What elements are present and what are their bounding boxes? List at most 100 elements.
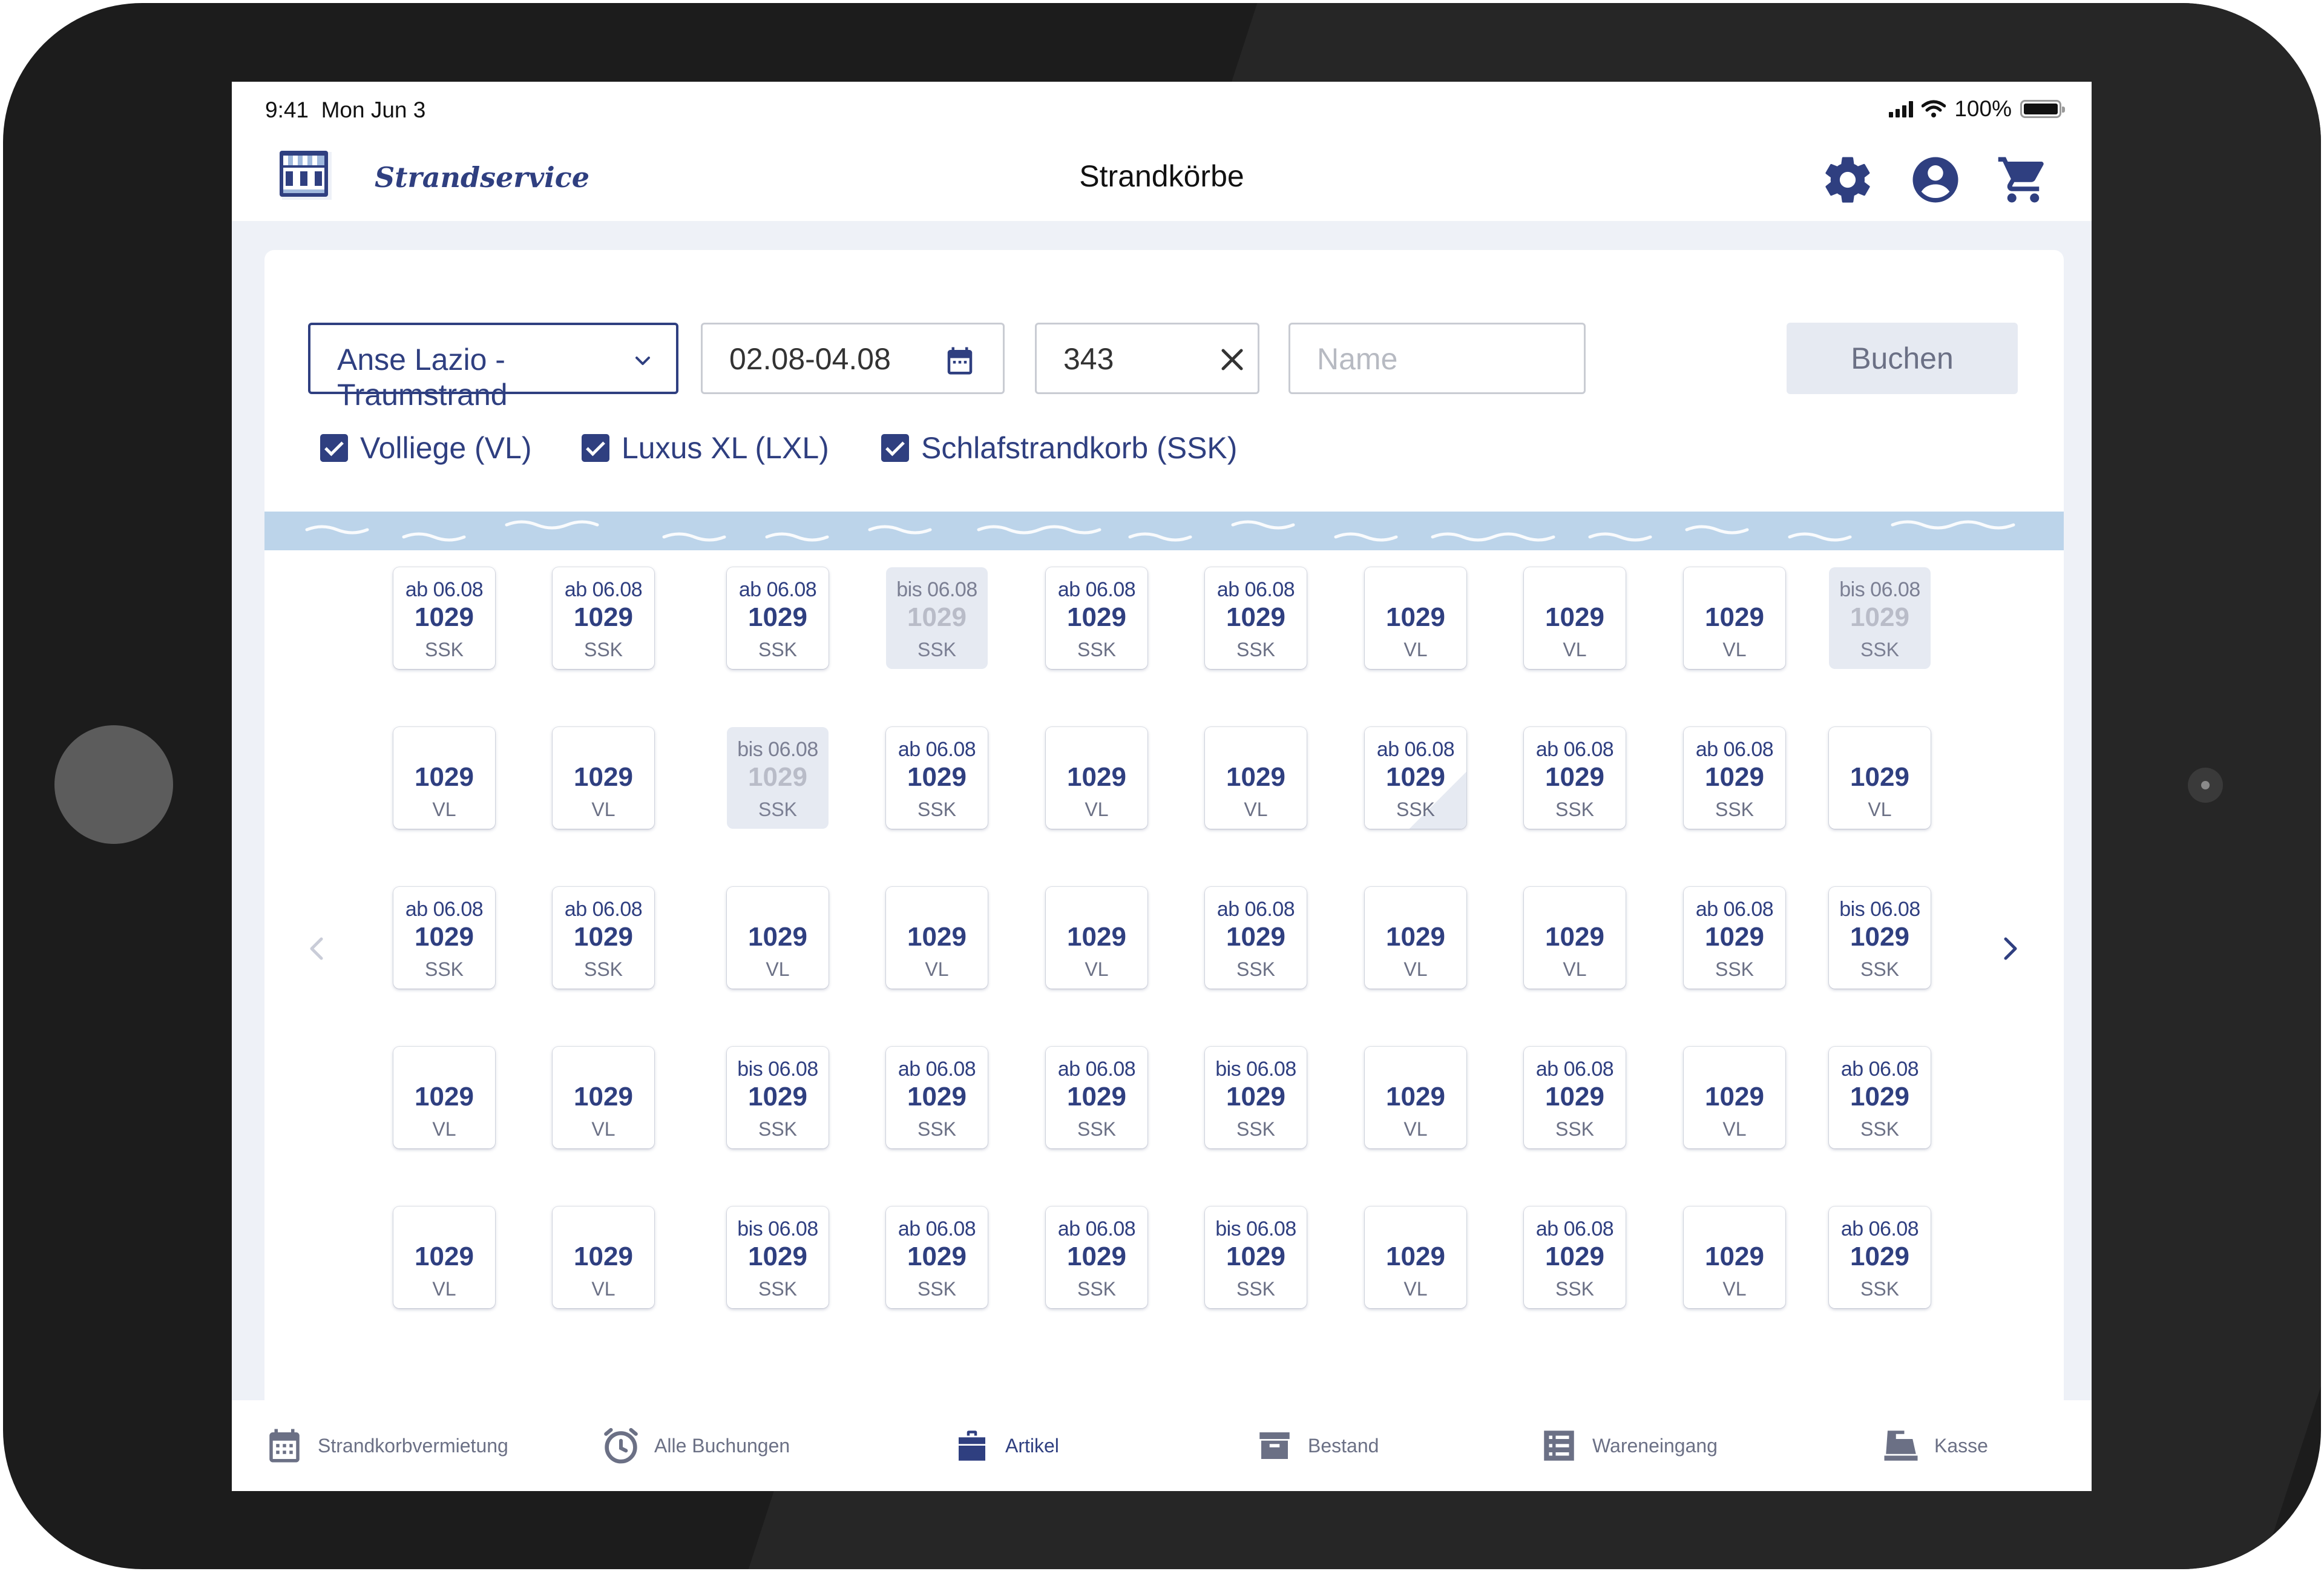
signal-icon xyxy=(1889,100,1914,117)
beach-chair-tile[interactable]: bis 06.08 1029 SSK xyxy=(1829,567,1931,669)
beach-chair-tile[interactable]: bis 06.08 1029 SSK xyxy=(1205,1207,1307,1308)
checkbox-luxus-xl[interactable]: Luxus XL (LXL) xyxy=(582,430,829,466)
beach-chair-tile[interactable]: ab 06.08 1029 SSK xyxy=(1684,887,1785,989)
beach-chair-tile[interactable]: 1029 VL xyxy=(1365,887,1466,989)
number-field[interactable]: 343 xyxy=(1035,323,1259,394)
beach-chair-tile[interactable]: 1029 VL xyxy=(1365,1207,1466,1308)
beach-chair-tile[interactable]: 1029 VL xyxy=(553,1207,654,1308)
checkbox-volliege[interactable]: Volliege (VL) xyxy=(320,430,532,466)
date-range-field[interactable]: 02.08-04.08 xyxy=(701,323,1005,394)
tile-type: VL xyxy=(1563,639,1587,660)
checkbox-schlafstrandkorb[interactable]: Schlafstrandkorb (SSK) xyxy=(881,430,1237,466)
tile-number: 1029 xyxy=(574,1242,633,1271)
beach-chair-tile[interactable]: 1029 VL xyxy=(1524,567,1626,669)
tile-number: 1029 xyxy=(1226,1242,1285,1271)
beach-chair-tile[interactable]: ab 06.08 1029 SSK xyxy=(393,887,495,989)
tile-number: 1029 xyxy=(1067,602,1126,632)
front-camera xyxy=(2188,768,2223,803)
beach-chair-tile[interactable]: 1029 VL xyxy=(727,887,829,989)
beach-chair-tile[interactable]: bis 06.08 1029 SSK xyxy=(1205,1047,1307,1148)
beach-chair-tile[interactable]: ab 06.08 1029 SSK xyxy=(727,567,829,669)
calendar-icon[interactable] xyxy=(944,344,976,378)
app-header: Strandservice Strandkörbe xyxy=(232,139,2092,221)
beach-chair-tile[interactable]: 1029 VL xyxy=(1205,727,1307,829)
beach-chair-tile[interactable]: 1029 VL xyxy=(1684,567,1785,669)
tab-alle-buchungen[interactable]: Alle Buchungen xyxy=(601,1424,790,1467)
tile-type: SSK xyxy=(917,1278,957,1300)
name-input[interactable]: Name xyxy=(1288,323,1586,394)
tab-strandkorbvermietung[interactable]: Strandkorbvermietung xyxy=(264,1424,508,1467)
clock-icon xyxy=(604,1427,638,1464)
beach-chair-tile[interactable]: 1029 VL xyxy=(393,1207,495,1308)
tile-number: 1029 xyxy=(1545,1082,1604,1111)
beach-chair-tile[interactable]: 1029 VL xyxy=(1046,887,1147,989)
beach-chair-tile[interactable]: bis 06.08 1029 SSK xyxy=(727,727,829,829)
tile-type: VL xyxy=(1722,639,1747,660)
beach-chair-tile[interactable]: ab 06.08 1029 SSK xyxy=(1205,887,1307,989)
beach-chair-tile[interactable]: 1029 VL xyxy=(393,1047,495,1148)
tile-availability-note: ab 06.08 xyxy=(1057,1217,1136,1240)
archive-box-icon xyxy=(1259,1432,1290,1459)
beach-chair-tile[interactable]: ab 06.08 1029 SSK xyxy=(1046,1047,1147,1148)
beach-chair-tile[interactable]: ab 06.08 1029 SSK xyxy=(886,1207,988,1308)
beach-chair-tile[interactable]: ab 06.08 1029 SSK xyxy=(393,567,495,669)
tab-wareneingang[interactable]: Wareneingang xyxy=(1539,1424,1718,1467)
checkbox-label: Luxus XL (LXL) xyxy=(622,431,829,465)
beach-chair-tile[interactable]: ab 06.08 1029 SSK xyxy=(1046,1207,1147,1308)
tile-number: 1029 xyxy=(415,1082,474,1111)
tile-number: 1029 xyxy=(748,762,807,792)
beach-chair-tile[interactable]: ab 06.08 1029 SSK xyxy=(1524,727,1626,829)
beach-chair-tile[interactable]: ab 06.08 1029 SSK xyxy=(553,887,654,989)
checkbox-checked-icon[interactable] xyxy=(582,434,609,462)
clear-close-icon[interactable] xyxy=(1220,347,1244,372)
beach-chair-tile[interactable]: ab 06.08 1029 SSK xyxy=(1829,1047,1931,1148)
tab-artikel[interactable]: Artikel xyxy=(952,1424,1059,1467)
beach-chair-tile[interactable]: 1029 VL xyxy=(886,887,988,989)
previous-page-chevron-left-icon[interactable] xyxy=(298,930,335,967)
tile-number: 1029 xyxy=(415,1242,474,1271)
beach-chair-tile[interactable]: 1029 VL xyxy=(1365,1047,1466,1148)
checkbox-checked-icon[interactable] xyxy=(320,434,348,462)
beach-chair-tile[interactable]: 1029 VL xyxy=(1684,1207,1785,1308)
beach-chair-tile[interactable]: 1029 VL xyxy=(1046,727,1147,829)
tile-type: VL xyxy=(591,799,615,820)
beach-chair-tile[interactable]: ab 06.08 1029 SSK xyxy=(1524,1207,1626,1308)
account-icon[interactable] xyxy=(1908,153,1963,207)
location-select[interactable]: Anse Lazio - Traumstrand xyxy=(308,323,678,412)
tab-kasse[interactable]: Kasse xyxy=(1881,1424,1988,1467)
tile-type: SSK xyxy=(1236,1118,1276,1140)
beach-chair-tile[interactable]: bis 06.08 1029 SSK xyxy=(727,1207,829,1308)
beach-chair-tile[interactable]: ab 06.08 1029 SSK xyxy=(1829,1207,1931,1308)
cart-icon[interactable] xyxy=(1996,153,2050,207)
beach-chair-tile[interactable]: bis 06.08 1029 SSK xyxy=(1829,887,1931,989)
beach-chair-tile[interactable]: bis 06.08 1029 SSK xyxy=(727,1047,829,1148)
tile-type: SSK xyxy=(1715,799,1754,820)
beach-chair-tile[interactable]: 1029 VL xyxy=(393,727,495,829)
cash-register-icon xyxy=(1884,1431,1918,1461)
home-button[interactable] xyxy=(54,725,173,844)
beach-chair-tile[interactable]: 1029 VL xyxy=(1365,567,1466,669)
tab-bestand[interactable]: Bestand xyxy=(1255,1424,1379,1467)
beach-chair-tile[interactable]: 1029 VL xyxy=(553,1047,654,1148)
book-button[interactable]: Buchen xyxy=(1787,323,2018,394)
beach-chair-tile[interactable]: ab 06.08 1029 SSK xyxy=(553,567,654,669)
beach-chair-tile[interactable]: 1029 VL xyxy=(553,727,654,829)
beach-chair-tile[interactable]: ab 06.08 1029 SSK xyxy=(1046,567,1147,669)
beach-chair-tile[interactable]: 1029 VL xyxy=(1524,887,1626,989)
beach-chair-tile[interactable]: ab 06.08 1029 SSK xyxy=(1365,727,1466,829)
beach-chair-tile[interactable]: ab 06.08 1029 SSK xyxy=(1684,727,1785,829)
beach-chair-tile[interactable]: 1029 VL xyxy=(1684,1047,1785,1148)
tile-type: SSK xyxy=(1715,958,1754,980)
beach-chair-tile[interactable]: bis 06.08 1029 SSK xyxy=(886,567,988,669)
beach-chair-tile[interactable]: ab 06.08 1029 SSK xyxy=(886,727,988,829)
checkbox-checked-icon[interactable] xyxy=(881,434,909,462)
tile-availability-note: ab 06.08 xyxy=(1840,1058,1919,1081)
settings-gear-icon[interactable] xyxy=(1820,153,1875,207)
next-page-chevron-right-icon[interactable] xyxy=(1992,930,2029,967)
beach-chair-tile[interactable]: ab 06.08 1029 SSK xyxy=(1524,1047,1626,1148)
beach-chair-tile[interactable]: 1029 VL xyxy=(1829,727,1931,829)
beach-chair-tile[interactable]: ab 06.08 1029 SSK xyxy=(886,1047,988,1148)
beach-chair-tile[interactable]: ab 06.08 1029 SSK xyxy=(1205,567,1307,669)
calendar-icon xyxy=(269,1429,300,1463)
tile-number: 1029 xyxy=(574,922,633,952)
